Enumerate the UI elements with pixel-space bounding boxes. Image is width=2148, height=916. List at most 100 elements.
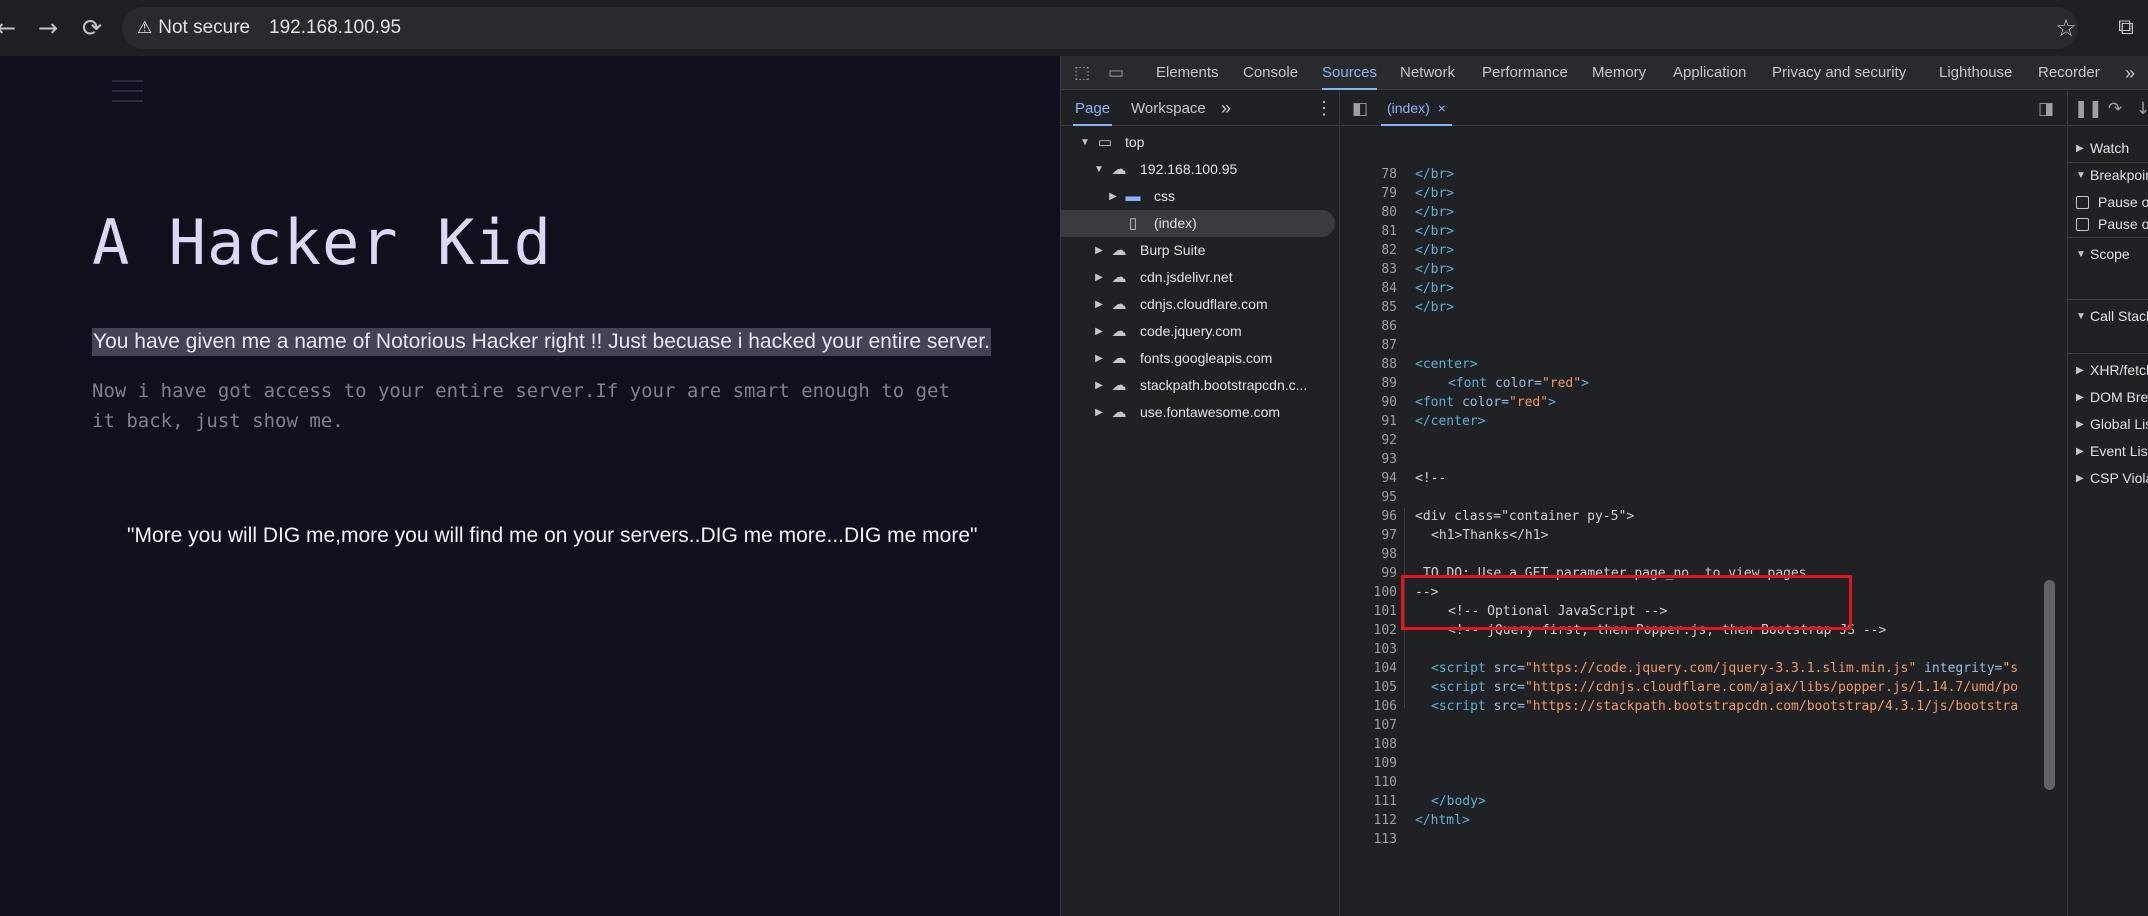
reload-icon[interactable]: ⟳: [76, 12, 108, 44]
warning-icon: ⚠: [137, 18, 153, 37]
tab-performance[interactable]: Performance: [1482, 56, 1568, 90]
code-line: <div class="container py-5">: [1415, 509, 1635, 524]
inspect-element-icon[interactable]: ⬚: [1071, 62, 1093, 84]
tree-item-fontawesome[interactable]: ▶ ☁ use.fontawesome.com: [1061, 399, 1340, 426]
tab-elements[interactable]: Elements: [1156, 56, 1219, 90]
tree-label: top: [1125, 134, 1145, 150]
collapse-arrow-icon[interactable]: ▶: [2076, 357, 2084, 384]
collapse-arrow-icon[interactable]: ▶: [2076, 411, 2084, 438]
checkbox[interactable]: [2076, 218, 2089, 231]
folder-icon: ▬: [1125, 188, 1141, 205]
tab-workspace[interactable]: Workspace: [1131, 91, 1206, 126]
tree-item-cdnjs[interactable]: ▶ ☁ cdnjs.cloudflare.com: [1061, 291, 1340, 318]
collapse-arrow-icon[interactable]: ▶: [1093, 237, 1105, 264]
tab-network[interactable]: Network: [1400, 56, 1455, 90]
navigator-more-icon[interactable]: »: [1221, 91, 1231, 126]
close-tab-icon[interactable]: ×: [1438, 100, 1446, 116]
code-line: </br>: [1415, 205, 1455, 220]
address-bar[interactable]: [122, 7, 2078, 49]
collapse-arrow-icon[interactable]: ▶: [1093, 291, 1105, 318]
tab-recorder[interactable]: Recorder: [2038, 56, 2100, 90]
url-text[interactable]: 192.168.100.95: [269, 13, 401, 43]
bookmark-star-icon[interactable]: ☆: [2050, 12, 2082, 44]
toggle-navigator-icon[interactable]: ◧: [1349, 98, 1371, 120]
step-over-icon[interactable]: ↷: [2104, 98, 2126, 120]
csp-violation-breakpoints-section[interactable]: ▶CSP Violation Breakpoints: [2068, 465, 2148, 492]
call-stack-section[interactable]: ▼ Call Stack: [2068, 303, 2148, 330]
more-tabs-icon[interactable]: »: [2125, 56, 2135, 90]
line-number: 81: [1381, 224, 1397, 239]
tab-memory[interactable]: Memory: [1592, 56, 1646, 90]
back-icon[interactable]: ←: [0, 12, 22, 44]
line-number: 92: [1381, 433, 1397, 448]
step-into-icon[interactable]: ↓: [2132, 98, 2148, 120]
collapse-arrow-icon[interactable]: ▶: [1093, 264, 1105, 291]
line-number: 80: [1381, 205, 1397, 220]
tree-item-top[interactable]: ▼ ▭ top: [1061, 129, 1340, 156]
tree-item-css[interactable]: ▶ ▬ css: [1061, 183, 1340, 210]
collapse-arrow-icon[interactable]: ▶: [1093, 345, 1105, 372]
tree-item-index[interactable]: ▯ (index): [1061, 210, 1335, 237]
cloud-icon: ☁: [1111, 242, 1127, 259]
extensions-icon[interactable]: ⧉: [2110, 12, 2142, 44]
tree-item-jsdelivr[interactable]: ▶ ☁ cdn.jsdelivr.net: [1061, 264, 1340, 291]
tree-item-jquery[interactable]: ▶ ☁ code.jquery.com: [1061, 318, 1340, 345]
expand-arrow-icon[interactable]: ▼: [2076, 303, 2086, 330]
cloud-icon: ☁: [1111, 161, 1127, 178]
tab-console[interactable]: Console: [1243, 56, 1298, 90]
tab-sources[interactable]: Sources: [1322, 56, 1378, 90]
collapse-arrow-icon[interactable]: ▶: [2076, 465, 2084, 492]
line-number: 103: [1373, 642, 1397, 657]
lead-text: You have given me a name of Notorious Ha…: [92, 328, 991, 356]
pause-icon[interactable]: ❚❚: [2074, 98, 2103, 120]
tree-item-bootstrapcdn[interactable]: ▶ ☁ stackpath.bootstrapcdn.c...: [1061, 372, 1340, 399]
code-line: <font color="red">: [1415, 395, 1556, 410]
collapse-arrow-icon[interactable]: ▶: [2076, 384, 2084, 411]
pause-caught-checkbox[interactable]: Pause on caught exceptions: [2068, 211, 2148, 238]
event-listener-breakpoints-section[interactable]: ▶Event Listener Breakpoints: [2068, 438, 2148, 465]
xhr-breakpoints-section[interactable]: ▶XHR/fetch Breakpoints: [2068, 357, 2148, 384]
tree-item-host[interactable]: ▼ ☁ 192.168.100.95: [1061, 156, 1340, 183]
collapse-arrow-icon[interactable]: ▶: [1093, 318, 1105, 345]
breakpoints-section[interactable]: ▼Breakpoints: [2068, 162, 2148, 189]
devtools-panel: ⬚ ▭ Elements Console Sources Network Per…: [1060, 56, 2148, 916]
tree-item-burp[interactable]: ▶ ☁ Burp Suite: [1061, 237, 1340, 264]
collapse-arrow-icon[interactable]: ▶: [2076, 135, 2084, 162]
line-number: 95: [1381, 490, 1397, 505]
editor-tab-index[interactable]: (index) ×: [1381, 91, 1452, 126]
device-toolbar-icon[interactable]: ▭: [1105, 62, 1127, 84]
expand-arrow-icon[interactable]: ▼: [1093, 156, 1105, 183]
collapse-arrow-icon[interactable]: ▶: [1093, 372, 1105, 399]
expand-arrow-icon[interactable]: ▼: [2076, 241, 2086, 268]
tab-page[interactable]: Page: [1073, 91, 1113, 126]
scope-section[interactable]: ▼ Scope: [2068, 241, 2148, 268]
debugger-sidebar: ❚❚ ↷ ↓ ▶Watch ▼Breakpoints Pause on unca…: [2067, 91, 2148, 916]
divider: [2068, 353, 2148, 354]
code-line: </br>: [1415, 281, 1455, 296]
collapse-arrow-icon[interactable]: ▶: [2076, 438, 2084, 465]
expand-arrow-icon[interactable]: ▼: [2076, 162, 2086, 189]
debugger-toolbar: ❚❚ ↷ ↓: [2068, 91, 2148, 126]
cloud-icon: ☁: [1111, 296, 1127, 313]
expand-arrow-icon[interactable]: ▼: [1079, 129, 1091, 156]
toggle-debugger-icon[interactable]: ◨: [2035, 98, 2057, 120]
navigator-menu-icon[interactable]: ⋮: [1315, 91, 1333, 126]
global-listeners-section[interactable]: ▶Global Listeners: [2068, 411, 2148, 438]
collapse-arrow-icon[interactable]: ▶: [1107, 183, 1119, 210]
tab-lighthouse[interactable]: Lighthouse: [1939, 56, 2012, 90]
security-indicator[interactable]: ⚠ Not secure: [137, 13, 250, 43]
line-number: 109: [1373, 756, 1397, 771]
tab-application[interactable]: Application: [1673, 56, 1746, 90]
editor-tab-label: (index): [1387, 100, 1430, 116]
editor-scrollbar[interactable]: [2044, 580, 2055, 790]
checkbox[interactable]: [2076, 196, 2089, 209]
forward-icon[interactable]: →: [32, 12, 64, 44]
tab-privacy-security[interactable]: Privacy and security: [1772, 56, 1906, 90]
collapse-arrow-icon[interactable]: ▶: [1093, 399, 1105, 426]
menu-toggle-icon[interactable]: [112, 80, 143, 106]
line-number: 106: [1373, 699, 1397, 714]
dom-breakpoints-section[interactable]: ▶DOM Breakpoints: [2068, 384, 2148, 411]
tree-item-googlefonts[interactable]: ▶ ☁ fonts.googleapis.com: [1061, 345, 1340, 372]
watch-section[interactable]: ▶ Watch: [2068, 135, 2148, 162]
tree-label: code.jquery.com: [1140, 323, 1242, 339]
